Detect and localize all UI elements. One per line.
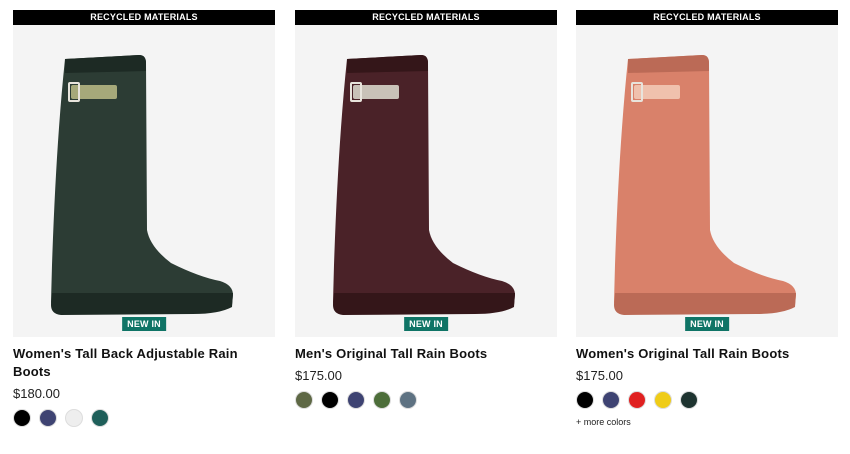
color-swatch[interactable] [295, 391, 313, 409]
recycled-materials-banner: RECYCLED MATERIALS [576, 10, 838, 25]
boot-sole [51, 293, 233, 315]
new-in-badge: NEW IN [685, 317, 729, 331]
product-image[interactable]: NEW IN [13, 25, 275, 337]
color-swatch[interactable] [373, 391, 391, 409]
boot-collar [347, 55, 428, 73]
color-swatch[interactable] [576, 391, 594, 409]
color-swatch[interactable] [654, 391, 672, 409]
product-price: $175.00 [576, 368, 623, 383]
color-swatch[interactable] [65, 409, 83, 427]
product-grid: RECYCLED MATERIALS NEW IN Women's Tall B… [0, 0, 850, 454]
boot-illustration [51, 55, 233, 315]
product-card[interactable]: RECYCLED MATERIALS NEW IN Women's Origin… [576, 10, 838, 427]
product-title[interactable]: Women's Original Tall Rain Boots [576, 345, 838, 363]
product-image[interactable]: NEW IN [576, 25, 838, 337]
color-swatch[interactable] [347, 391, 365, 409]
boot-strap [634, 85, 680, 99]
more-colors-link[interactable]: + more colors [576, 417, 838, 427]
boot-illustration [333, 55, 515, 315]
new-in-badge: NEW IN [404, 317, 448, 331]
product-price: $180.00 [13, 386, 60, 401]
color-swatch[interactable] [321, 391, 339, 409]
recycled-materials-banner: RECYCLED MATERIALS [295, 10, 557, 25]
product-price: $175.00 [295, 368, 342, 383]
boot-strap [71, 85, 117, 99]
color-swatch[interactable] [680, 391, 698, 409]
color-swatch[interactable] [13, 409, 31, 427]
color-swatch[interactable] [602, 391, 620, 409]
color-swatches [13, 409, 275, 427]
color-swatches [576, 391, 838, 409]
color-swatch[interactable] [399, 391, 417, 409]
product-image[interactable]: NEW IN [295, 25, 557, 337]
new-in-badge: NEW IN [122, 317, 166, 331]
product-card[interactable]: RECYCLED MATERIALS NEW IN Men's Original… [295, 10, 557, 409]
boot-sole [333, 293, 515, 315]
boot-collar [65, 55, 146, 73]
color-swatches [295, 391, 557, 409]
color-swatch[interactable] [91, 409, 109, 427]
boot-illustration [614, 55, 796, 315]
product-card[interactable]: RECYCLED MATERIALS NEW IN Women's Tall B… [13, 10, 275, 427]
color-swatch[interactable] [39, 409, 57, 427]
color-swatch[interactable] [628, 391, 646, 409]
boot-sole [614, 293, 796, 315]
boot-collar [628, 55, 709, 73]
boot-strap [353, 85, 399, 99]
product-title[interactable]: Men's Original Tall Rain Boots [295, 345, 557, 363]
product-title[interactable]: Women's Tall Back Adjustable Rain Boots [13, 345, 275, 381]
recycled-materials-banner: RECYCLED MATERIALS [13, 10, 275, 25]
